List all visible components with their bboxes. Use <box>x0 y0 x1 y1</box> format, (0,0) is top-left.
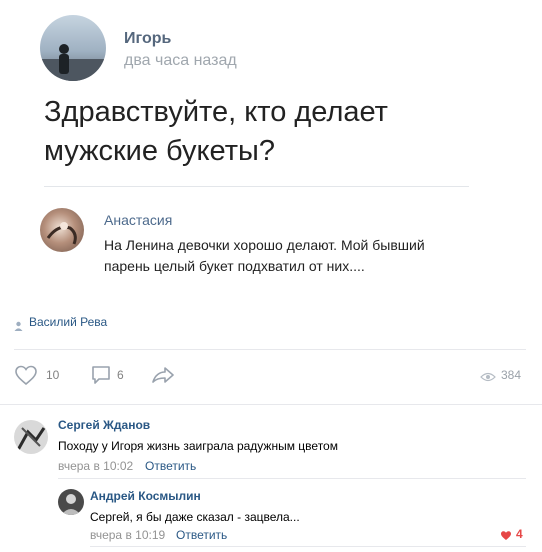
share-button[interactable] <box>150 364 176 386</box>
post-time: два часа назад <box>124 52 237 69</box>
actions-divider <box>0 404 542 405</box>
comment-reply-button[interactable]: Ответить <box>145 459 196 473</box>
heart-filled-icon <box>500 528 512 546</box>
reply-like-count: 4 <box>516 527 523 541</box>
like-button[interactable]: 10 <box>14 364 70 386</box>
comment-count: 6 <box>117 368 124 382</box>
reply-author-name[interactable]: Анастасия <box>104 212 172 228</box>
reply-comment-author[interactable]: Андрей Космылин <box>90 489 201 503</box>
eye-icon <box>480 370 496 388</box>
anastasia-avatar <box>40 208 84 252</box>
reply-comment-like[interactable]: 4 <box>500 527 526 541</box>
reply-comment-text: Сергей, я бы даже сказал - зацвела... <box>90 510 300 524</box>
view-count: 384 <box>501 368 522 382</box>
heart-outline-icon <box>14 364 38 391</box>
sergey-avatar[interactable] <box>14 420 48 454</box>
credit-divider <box>14 349 526 350</box>
comment: Сергей Жданов Походу у Игоря жизнь заигр… <box>14 418 526 478</box>
comment-time: вчера в 10:02 <box>58 459 134 473</box>
post-author-name[interactable]: Игорь <box>124 30 171 48</box>
reply-comment-reply-button[interactable]: Ответить <box>176 528 227 542</box>
comment-author[interactable]: Сергей Жданов <box>58 418 150 432</box>
credit-name[interactable]: Василий Рева <box>29 315 107 329</box>
comment-button[interactable]: 6 <box>90 364 134 386</box>
reply-text-line1: На Ленина девочки хорошо делают. Мой быв… <box>104 237 425 253</box>
post-text-line1: Здравствуйте, кто делает <box>44 96 388 128</box>
comment-divider <box>58 478 526 479</box>
igor-avatar <box>40 15 106 81</box>
comment-icon <box>90 364 112 391</box>
comment-reply: Андрей Космылин Сергей, я бы даже сказал… <box>58 487 526 545</box>
person-icon <box>14 318 23 331</box>
reply-comment-time: вчера в 10:19 <box>90 528 166 542</box>
post-screenshot: Игорь два часа назад Здравствуйте, кто д… <box>0 0 542 300</box>
share-icon <box>150 364 176 391</box>
post-text-line2: мужские букеты? <box>44 135 275 167</box>
andrey-avatar[interactable] <box>58 489 84 515</box>
reply-text-line2: парень целый букет подхватил от них.... <box>104 258 365 274</box>
comment-text: Походу у Игоря жизнь заиграла радужным ц… <box>58 439 338 453</box>
post-divider <box>44 186 469 187</box>
bottom-divider <box>90 546 526 547</box>
like-count: 10 <box>46 368 60 382</box>
